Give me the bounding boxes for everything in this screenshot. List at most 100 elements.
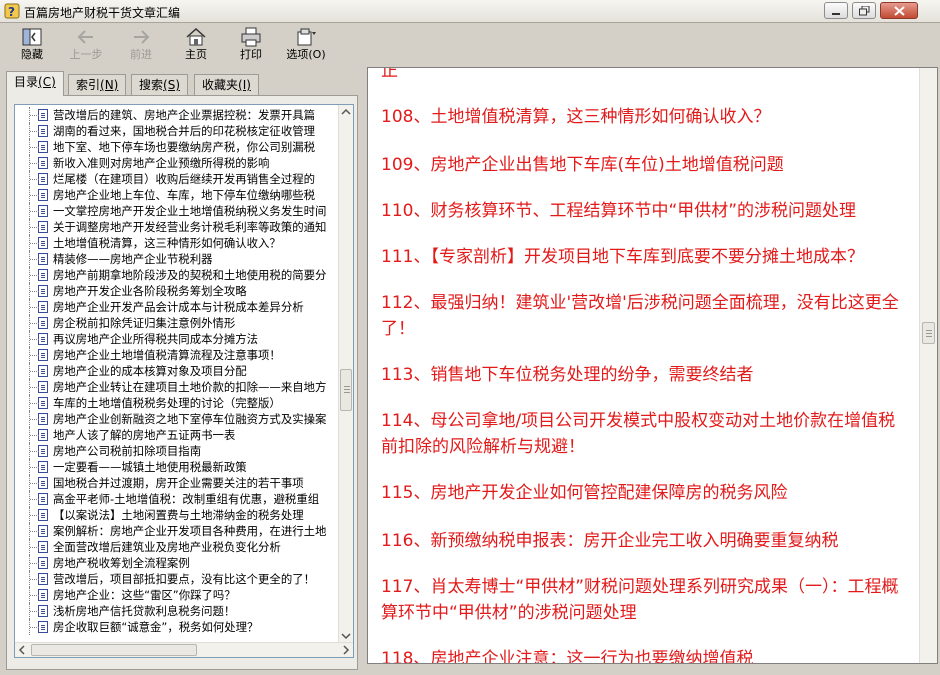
scroll-right-arrow-icon[interactable] (339, 643, 353, 657)
tree-item[interactable]: 烂尾楼（在建项目）收购后继续开发再销售全过程的 (15, 171, 340, 187)
tree-item[interactable]: 房地产企业地上车位、车库，地下停车位缴纳哪些税 (15, 187, 340, 203)
article-link[interactable]: 109、房地产企业出售地下车库(车位)土地增值税问题 (381, 152, 906, 178)
document-icon (38, 525, 48, 537)
tree-item[interactable]: 房地产开发企业各阶段税务筹划全攻略 (15, 283, 340, 299)
title-bar: ? 百篇房地产财税干货文章汇编 (0, 0, 940, 23)
forward-label: 前进 (130, 48, 152, 61)
tree-item[interactable]: 房地产税收筹划全流程案例 (15, 555, 340, 571)
tree-item-label: 房地产企业的成本核算对象及项目分配 (53, 364, 247, 378)
document-icon (38, 349, 48, 361)
close-button[interactable] (880, 2, 918, 19)
back-button[interactable]: 上一步 (62, 25, 110, 65)
tree-item[interactable]: 地产人该了解的房地产五证两书一表 (15, 427, 340, 443)
restore-icon (859, 6, 870, 16)
tree-item[interactable]: 土地增值税清算，这三种情形如何确认收入？ (15, 235, 340, 251)
document-icon (38, 477, 48, 489)
minimize-button[interactable] (824, 2, 848, 19)
tree-item-label: 土地增值税清算，这三种情形如何确认收入？ (53, 236, 281, 250)
home-button[interactable]: 主页 (172, 25, 220, 65)
tree-item[interactable]: 营改增后的建筑、房地产企业票据控税：发票开具篇 (15, 107, 340, 123)
tree-item-label: 房地产前期拿地阶段涉及的契税和土地使用税的简要分 (53, 268, 327, 282)
tree-hscroll-thumb[interactable] (31, 644, 197, 656)
document-icon (38, 605, 48, 617)
tree-item[interactable]: 新收入准则对房地产企业预缴所得税的影响 (15, 155, 340, 171)
print-button[interactable]: 打印 (227, 25, 275, 65)
tree-item[interactable]: 房地产企业：这些“雷区”你踩了吗？ (15, 587, 340, 603)
tree-item[interactable]: 国地税合并过渡期，房开企业需要关注的若干事项 (15, 475, 340, 491)
tab-index[interactable]: 索引(N) (68, 74, 127, 95)
article-link[interactable]: 112、最强归纳！建筑业'营改增'后涉税问题全面梳理，没有比这更全了！ (381, 290, 906, 342)
tab-contents[interactable]: 目录(C) (6, 71, 64, 96)
tree-item[interactable]: 再议房地产企业所得税共同成本分摊方法 (15, 331, 340, 347)
article-link[interactable]: 115、房地产开发企业如何管控配建保障房的税务风险 (381, 480, 906, 506)
tree-item[interactable]: 房地产企业土地增值税清算流程及注意事项！ (15, 347, 340, 363)
forward-button[interactable]: 前进 (117, 25, 165, 65)
tree-item-label: 一文掌控房地产开发企业土地增值税纳税义务发生时间 (53, 204, 327, 218)
tab-search[interactable]: 搜索(S) (131, 74, 188, 95)
tree-item[interactable]: 精装修——房地产企业节税利器 (15, 251, 340, 267)
tree-item[interactable]: 【以案说法】土地闲置费与土地滞纳金的税务处理 (15, 507, 340, 523)
document-icon (38, 445, 48, 457)
tree-item[interactable]: 浅析房地产信托贷款利息税务问题！ (15, 603, 340, 619)
tree-item[interactable]: 营改增后，项目部抵扣要点，没有比这个更全的了！ (15, 571, 340, 587)
content-pane: 正 108、土地增值税清算，这三种情形如何确认收入？ 109、房地产企业出售地下车库… (367, 67, 938, 664)
document-icon (38, 461, 48, 473)
tree-item-label: 湖南的看过来，国地税合并后的印花税核定征收管理 (53, 124, 315, 138)
tree-item-label: 国地税合并过渡期，房开企业需要关注的若干事项 (53, 476, 304, 490)
printer-icon (241, 27, 261, 47)
content-vertical-scrollbar[interactable] (919, 68, 937, 663)
options-label: 选项(O) (286, 48, 326, 61)
hide-button[interactable]: 隐藏 (8, 25, 56, 65)
svg-text:?: ? (8, 5, 15, 19)
article-link[interactable]: 117、肖太寿博士“甲供材”财税问题处理系列研究成果（一）：工程概算环节中“甲供… (381, 574, 906, 626)
scroll-up-arrow-icon[interactable] (339, 105, 353, 119)
maximize-button[interactable] (852, 2, 876, 19)
tree-item[interactable]: 房地产企业开发产品会计成本与计税成本差异分析 (15, 299, 340, 315)
tab-contents-label: 目录 (14, 75, 39, 89)
article-link[interactable]: 108、土地增值税清算，这三种情形如何确认收入？ (381, 104, 906, 130)
scroll-left-arrow-icon[interactable] (15, 643, 29, 657)
document-icon (38, 301, 48, 313)
document-icon (38, 589, 48, 601)
hide-label: 隐藏 (21, 48, 43, 61)
tree-item[interactable]: 房地产企业的成本核算对象及项目分配 (15, 363, 340, 379)
tree-item[interactable]: 关于调整房地产开发经营业务计税毛利率等政策的通知 (15, 219, 340, 235)
tree-item[interactable]: 房地产前期拿地阶段涉及的契税和土地使用税的简要分 (15, 267, 340, 283)
tree-item[interactable]: 案例解析：房地产企业开发项目各种费用，在进行土地 (15, 523, 340, 539)
tree-item[interactable]: 车库的土地增值税税务处理的讨论（完整版） (15, 395, 340, 411)
tree-item[interactable]: 房地产企业创新融资之地下室停车位融资方式及实操案 (15, 411, 340, 427)
tree-vertical-scrollbar[interactable] (338, 105, 353, 643)
tree-item-label: 营改增后的建筑、房地产企业票据控税：发票开具篇 (53, 108, 315, 122)
tree-item-label: 房地产公司税前扣除项目指南 (53, 444, 202, 458)
article-link[interactable]: 111、【专家剖析】开发项目地下车库到底要不要分摊土地成本？ (381, 244, 906, 270)
article-link[interactable]: 113、销售地下车位税务处理的纷争，需要终结者 (381, 362, 906, 388)
options-icon (297, 28, 316, 46)
article-link[interactable]: 118、房地产企业注意：这一行为也要缴纳增值税 (381, 646, 906, 663)
tree-item[interactable]: 一文掌控房地产开发企业土地增值税纳税义务发生时间 (15, 203, 340, 219)
article-link[interactable]: 110、财务核算环节、工程结算环节中“甲供材”的涉税问题处理 (381, 198, 906, 224)
document-icon (38, 189, 48, 201)
article-link[interactable]: 116、新预缴纳税申报表：房开企业完工收入明确要重复纳税 (381, 528, 906, 554)
tree-item[interactable]: 一定要看——城镇土地使用税最新政策 (15, 459, 340, 475)
tree-item[interactable]: 地下室、地下停车场也要缴纳房产税，你公司别漏税 (15, 139, 340, 155)
tab-favorites-label: 收藏夹 (202, 78, 239, 92)
tree-item-label: 房地产企业创新融资之地下室停车位融资方式及实操案 (53, 412, 327, 426)
options-button[interactable]: 选项(O) (282, 25, 330, 65)
document-icon (38, 333, 48, 345)
content-scroll-thumb[interactable] (922, 322, 935, 344)
tab-favorites-hotkey: (I) (238, 78, 251, 92)
tree-horizontal-scrollbar[interactable] (15, 642, 353, 657)
tree-item[interactable]: 全面营改增后建筑业及房地产业税负变化分析 (15, 539, 340, 555)
tab-favorites[interactable]: 收藏夹(I) (194, 74, 259, 95)
navigation-pane: 目录(C) 索引(N) 搜索(S) 收藏夹(I) 营改增后的建筑、房地产企业票据… (4, 70, 360, 670)
tree-scroll-thumb[interactable] (340, 369, 352, 411)
article-link[interactable]: 114、母公司拿地/项目公司开发模式中股权变动对土地价款在增值税前扣除的风险解析… (381, 408, 906, 460)
tree-item[interactable]: 高金平老师-土地增值税：改制重组有优惠，避税重组 (15, 491, 340, 507)
tree-item[interactable]: 房企收取巨额“诚意金”，税务如何处理？ (15, 619, 340, 635)
tree-item[interactable]: 房企税前扣除凭证归集注意例外情形 (15, 315, 340, 331)
tree-item[interactable]: 湖南的看过来，国地税合并后的印花税核定征收管理 (15, 123, 340, 139)
tree-item-label: 房地产企业：这些“雷区”你踩了吗？ (53, 588, 236, 602)
tree-item[interactable]: 房地产企业转让在建项目土地价款的扣除——来自地方 (15, 379, 340, 395)
tree-item[interactable]: 房地产公司税前扣除项目指南 (15, 443, 340, 459)
scroll-down-arrow-icon[interactable] (339, 629, 353, 643)
